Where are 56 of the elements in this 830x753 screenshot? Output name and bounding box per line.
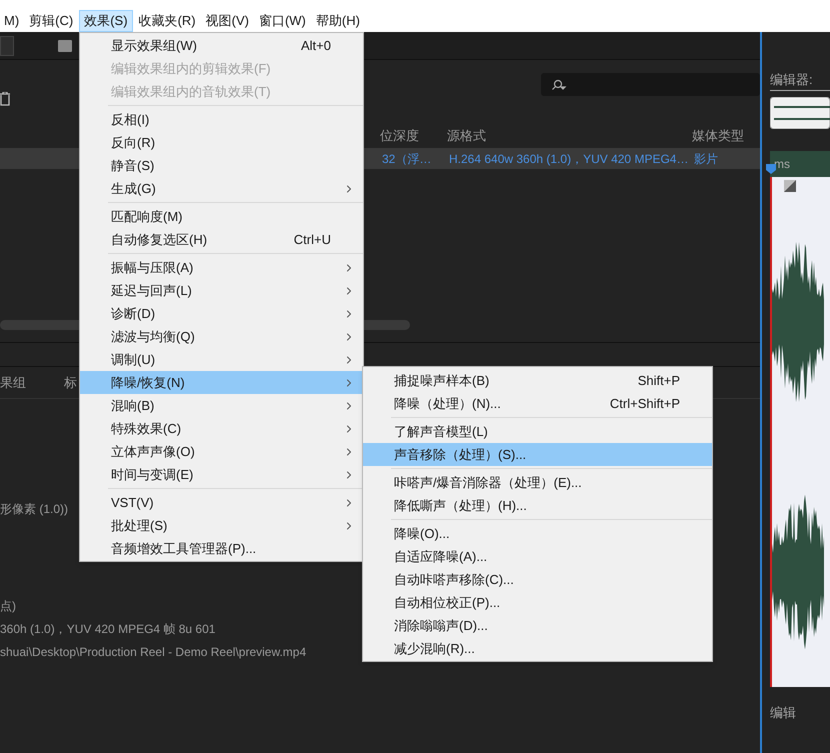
property-text: 点)	[0, 598, 16, 615]
table-cell-text: H.264 640w 360h (1.0)，YUV 420 MPEG4…	[448, 150, 690, 168]
menu-item[interactable]: 消除嗡嗡声(D)...	[363, 614, 712, 637]
menu-item[interactable]: 自动相位校正(P)...	[363, 591, 712, 614]
property-text: shuai\Desktop\Production Reel - Demo Reel\preview.mp4	[0, 644, 306, 661]
table-cell-text: 32（浮…	[381, 150, 432, 168]
menu-item[interactable]: 声音移除（处理）(S)...	[363, 443, 712, 466]
fade-handle-icon[interactable]	[784, 180, 796, 192]
menu-item[interactable]: 显示效果组(W) Alt+0	[80, 34, 363, 57]
menu-item[interactable]: 诊断(D)	[80, 302, 363, 325]
menu-item[interactable]: 了解声音模型(L)	[363, 420, 712, 443]
search-icon	[551, 78, 568, 90]
menu-item[interactable]: 反相(I)	[80, 108, 363, 131]
menu-bar-item[interactable]: 窗口(W)	[254, 10, 310, 32]
overview-waveform	[770, 96, 830, 128]
menu-item[interactable]: 音频增效工具管理器(P)...	[80, 537, 363, 560]
menu-bar-item[interactable]: M)	[0, 10, 24, 32]
editor-tab[interactable]: 编辑器:	[770, 70, 830, 90]
menu-item[interactable]: 降噪/恢复(N)	[80, 371, 363, 394]
menu-item[interactable]: 时间与变调(E)	[80, 463, 363, 486]
table-cell-text: 影片	[693, 150, 719, 168]
menu-item[interactable]: 调制(U)	[80, 348, 363, 371]
menu-bar-item[interactable]: 剪辑(C)	[25, 10, 78, 32]
menu-item[interactable]: 自动修复选区(H) Ctrl+U	[80, 228, 363, 251]
search-field[interactable]	[541, 73, 760, 96]
menu-item[interactable]: 批处理(S)	[80, 514, 363, 537]
menu-item[interactable]: 延迟与回声(L)	[80, 279, 363, 302]
menu-item[interactable]: 特殊效果(C)	[80, 417, 363, 440]
menu-item[interactable]: 降低嘶声（处理）(H)...	[363, 494, 712, 517]
editor-tab[interactable]: 编辑	[770, 702, 830, 722]
menu-item[interactable]: 生成(G)	[80, 177, 363, 200]
menu-bar-item[interactable]: 效果(S)	[79, 10, 133, 32]
menu-item[interactable]: 振幅与压限(A)	[80, 256, 363, 279]
menu-item[interactable]: 减少混响(R)...	[363, 637, 712, 660]
menu-item[interactable]: 混响(B)	[80, 394, 363, 417]
menu-item[interactable]: 自适应降噪(A)...	[363, 545, 712, 568]
menu-item[interactable]: 匹配响度(M)	[80, 205, 363, 228]
panel-tab[interactable]: 果组	[0, 372, 26, 392]
trash-icon[interactable]	[0, 92, 10, 106]
panel-tab[interactable]: 标	[64, 372, 77, 392]
menu-item[interactable]: VST(V)	[80, 491, 363, 514]
column-header[interactable]: 源格式	[447, 126, 692, 146]
column-header[interactable]: 媒体类型	[692, 126, 760, 146]
menu-item[interactable]: 咔嗒声/爆音消除器（处理）(E)...	[363, 471, 712, 494]
menu-item[interactable]: 降噪（处理）(N)... Ctrl+Shift+P	[363, 392, 712, 415]
menu-bar-item[interactable]: 帮助(H)	[312, 10, 364, 32]
menu-item[interactable]: 自动咔嗒声移除(C)...	[363, 568, 712, 591]
menu-item[interactable]: 降噪(O)...	[363, 522, 712, 545]
menu-item[interactable]: 捕捉噪声样本(B) Shift+P	[363, 369, 712, 392]
property-text: 形像素 (1.0))	[0, 501, 68, 518]
menu-item[interactable]: 滤波与均衡(Q)	[80, 325, 363, 348]
column-header[interactable]: 位深度	[380, 126, 447, 146]
menu-item[interactable]: 立体声声像(O)	[80, 440, 363, 463]
menu-bar-item[interactable]: 收藏夹(R)	[134, 10, 200, 32]
menu-bar-item[interactable]: 视图(V)	[202, 10, 253, 32]
property-text: 360h (1.0)，YUV 420 MPEG4 帧 8u 601	[0, 621, 216, 638]
